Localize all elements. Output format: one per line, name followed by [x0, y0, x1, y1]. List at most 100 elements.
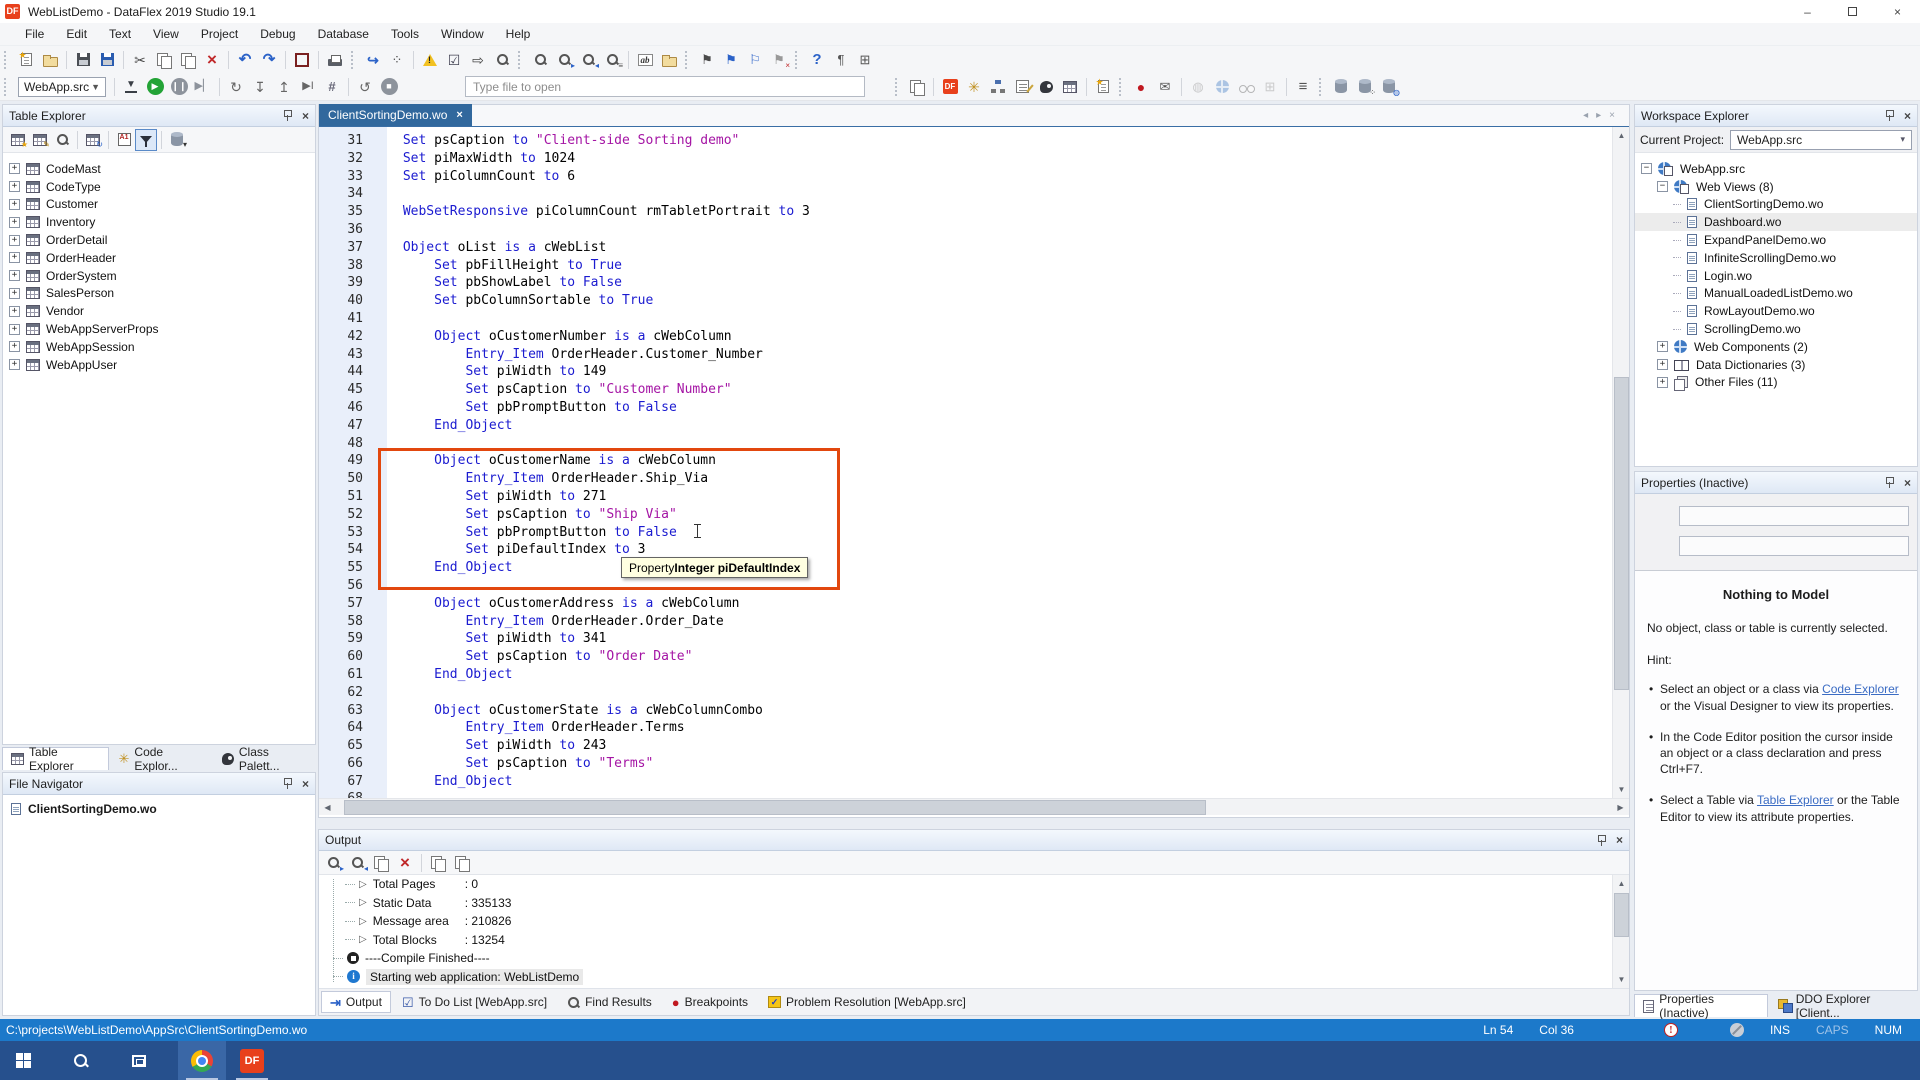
tree-item[interactable]: −WebApp.src [1635, 160, 1917, 178]
code-line[interactable]: 63 Object oCustomerState is a cWebColumn… [319, 702, 1629, 720]
table-row[interactable]: +OrderSystem [3, 267, 315, 285]
table-row[interactable]: +OrderDetail [3, 231, 315, 249]
search-button[interactable] [58, 1041, 104, 1080]
menu-item-edit[interactable]: Edit [55, 23, 98, 46]
tab-properties-inactive[interactable]: Properties (Inactive) [1634, 994, 1768, 1017]
class-palette-icon[interactable] [1034, 75, 1058, 99]
new-from-template-icon[interactable]: ★ [1091, 75, 1115, 99]
expand-icon[interactable]: + [9, 252, 20, 263]
pin-icon[interactable] [283, 778, 292, 789]
code-line[interactable]: 49 Object oCustomerName is a cWebColumn [319, 452, 1629, 470]
scrollbar-thumb[interactable] [1614, 893, 1629, 937]
web-grid-icon[interactable]: ⊞ [1258, 75, 1282, 99]
code-line[interactable]: 56 [319, 577, 1629, 595]
current-project-select[interactable]: WebApp.src ▾ [1730, 130, 1912, 150]
menu-item-help[interactable]: Help [495, 23, 542, 46]
file-navigator-item[interactable]: ClientSortingDemo.wo [3, 795, 315, 816]
tab-table-explorer[interactable]: Table Explorer [2, 747, 109, 770]
output-copy-icon[interactable] [369, 851, 393, 875]
filter-icon[interactable] [135, 129, 157, 151]
tree-item[interactable]: Dashboard.wo [1635, 213, 1917, 231]
pin-icon[interactable] [1597, 835, 1606, 846]
start-button[interactable] [0, 1041, 46, 1080]
expand-icon[interactable]: + [1657, 377, 1668, 388]
output-row[interactable]: ▷Total Pages: 0 [319, 875, 1629, 894]
expand-icon[interactable]: + [9, 181, 20, 192]
table-row[interactable]: +WebAppSession [3, 338, 315, 356]
restructure-table-icon[interactable]: ↻ [82, 129, 104, 151]
replace-in-files-icon[interactable] [657, 48, 681, 72]
close-icon[interactable]: × [302, 777, 309, 791]
whitespace-icon[interactable]: ¶ [829, 48, 853, 72]
web-inspector-icon[interactable]: ◍ [1186, 75, 1210, 99]
cut-icon[interactable]: ✂ [128, 48, 152, 72]
code-line[interactable]: 45 Set psCaption to "Customer Number" [319, 381, 1629, 399]
code-line[interactable]: 67 End_Object [319, 773, 1629, 791]
replace-icon[interactable]: ab [633, 48, 657, 72]
code-line[interactable]: 39 Set pbShowLabel to False [319, 274, 1629, 292]
tree-item[interactable]: RowLayoutDemo.wo [1635, 302, 1917, 320]
output-clear-icon[interactable]: × [393, 851, 417, 875]
code-line[interactable]: 31 Set psCaption to "Client-side Sorting… [319, 132, 1629, 150]
tree-item[interactable]: ScrollingDemo.wo [1635, 320, 1917, 338]
code-line[interactable]: 37 Object oList is a cWebList [319, 239, 1629, 257]
tab-to-do-list-webapp-src[interactable]: ☑To Do List [WebApp.src] [393, 991, 556, 1013]
scrollbar-thumb[interactable] [344, 800, 1206, 815]
tree-item[interactable]: +Web Components (2) [1635, 338, 1917, 356]
find-in-files-icon[interactable]: ≡ [600, 48, 624, 72]
code-line[interactable]: 58 Entry_Item OrderHeader.Order_Date [319, 613, 1629, 631]
code-line[interactable]: 43 Entry_Item OrderHeader.Customer_Numbe… [319, 346, 1629, 364]
expand-icon[interactable]: + [9, 324, 20, 335]
run-to-cursor-icon[interactable]: ▶I [296, 75, 320, 99]
tab-class-palett[interactable]: Class Palett... [213, 747, 316, 770]
bookmark-clear-icon[interactable]: ⚑× [767, 48, 791, 72]
output-collapse-icon[interactable] [450, 851, 474, 875]
menu-item-database[interactable]: Database [307, 23, 380, 46]
save-icon[interactable] [71, 48, 95, 72]
tree-item[interactable]: Login.wo [1635, 267, 1917, 285]
editor-vertical-scrollbar[interactable]: ▲ ▼ [1612, 127, 1629, 798]
tree-item[interactable]: ClientSortingDemo.wo [1635, 196, 1917, 214]
tab-breakpoints[interactable]: ●Breakpoints [663, 991, 757, 1013]
tab-scroll-right-icon[interactable]: ▸ [1596, 110, 1601, 121]
weblog-viewer-icon[interactable]: ✉ [1153, 75, 1177, 99]
new-table-icon[interactable]: ★ [7, 129, 29, 151]
code-line[interactable]: 33 Set piColumnCount to 6 [319, 168, 1629, 186]
table-explorer-link[interactable]: Table Explorer [1757, 793, 1834, 807]
connection-menu-icon[interactable]: ▾ [166, 129, 188, 151]
toggle-breakpoint-icon[interactable]: # [320, 75, 344, 99]
expand-icon[interactable]: + [9, 235, 20, 246]
code-line[interactable]: 35 WebSetResponsive piColumnCount rmTabl… [319, 203, 1629, 221]
expand-icon[interactable]: + [1657, 359, 1668, 370]
code-line[interactable]: 42 Object oCustomerNumber is a cWebColum… [319, 328, 1629, 346]
restart-icon[interactable]: ↺ [353, 75, 377, 99]
tree-item[interactable]: +Data Dictionaries (3) [1635, 356, 1917, 374]
characters-icon[interactable]: ⊞ [853, 48, 877, 72]
step-over-icon[interactable]: ▶▏ [191, 75, 215, 99]
output-row[interactable]: ----Compile Finished---- [319, 949, 1629, 968]
table-row[interactable]: +Customer [3, 196, 315, 214]
visual-designer-icon[interactable]: DF [938, 75, 962, 99]
find-previous-icon[interactable]: ◂ [576, 48, 600, 72]
expand-icon[interactable]: + [9, 199, 20, 210]
code-explorer-icon[interactable]: ✳ [962, 75, 986, 99]
code-line[interactable]: 64 Entry_Item OrderHeader.Terms [319, 719, 1629, 737]
expand-icon[interactable]: + [9, 359, 20, 370]
help-icon[interactable]: ? [805, 48, 829, 72]
code-explorer-link[interactable]: Code Explorer [1822, 682, 1899, 696]
object-name-field[interactable] [1679, 506, 1909, 526]
open-file-icon[interactable] [38, 48, 62, 72]
scroll-right-icon[interactable]: ▶ [1612, 799, 1629, 816]
locate-in-files-icon[interactable] [490, 48, 514, 72]
pin-icon[interactable] [283, 110, 292, 121]
editor-horizontal-scrollbar[interactable]: ◀ ▶ [319, 798, 1629, 815]
compile-icon[interactable] [119, 75, 143, 99]
undo-icon[interactable]: ↶ [233, 48, 257, 72]
code-line[interactable]: 61 End_Object [319, 666, 1629, 684]
scroll-up-icon[interactable]: ▲ [1613, 875, 1629, 892]
error-indicator-icon[interactable]: ! [1664, 1023, 1678, 1037]
run-icon[interactable]: ▶ [143, 75, 167, 99]
tab-close-icon[interactable]: × [456, 109, 462, 121]
dataflex-taskbar-button[interactable]: DF [228, 1041, 276, 1080]
tree-item[interactable]: ExpandPanelDemo.wo [1635, 231, 1917, 249]
